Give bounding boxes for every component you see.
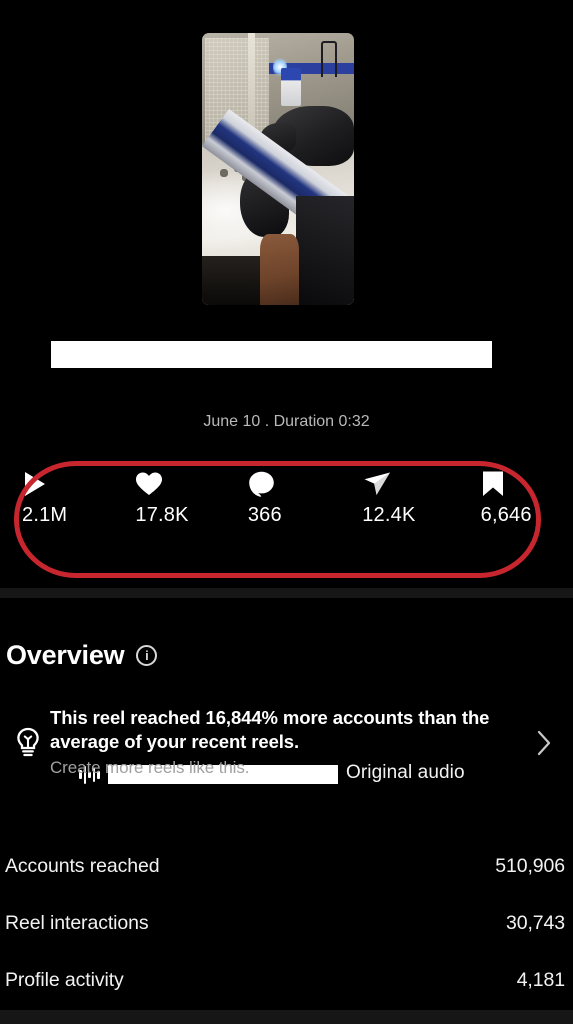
metric-likes[interactable]: 17.8K [114,470,227,527]
insight-headline: This reel reached 16,844% more accounts … [50,707,490,753]
caption-redaction-bar [51,341,492,368]
reel-thumbnail[interactable] [202,33,354,305]
metric-comments[interactable]: 366 [228,470,340,527]
stat-label: Profile activity [5,969,124,991]
stat-row-accounts-reached[interactable]: Accounts reached 510,906 [0,838,573,895]
metric-value: 12.4K [362,504,416,526]
metric-saves[interactable]: 6,646 [455,470,573,527]
audio-row[interactable]: Original audio [0,381,573,784]
metric-value: 6,646 [480,504,532,526]
post-meta: June 10 . Duration 0:32 [203,413,370,430]
stat-value: 510,906 [495,855,565,877]
metric-value: 17.8K [135,504,189,526]
stat-value: 4,181 [516,969,565,991]
metric-value: 2.1M [22,504,68,526]
thumbnail-image [202,33,354,305]
overview-header: Overview i [6,640,158,671]
metric-value: 366 [247,504,282,526]
info-icon[interactable]: i [136,645,158,666]
stat-row-profile-activity[interactable]: Profile activity 4,181 [0,952,573,1009]
overview-stats-list: Accounts reached 510,906 Reel interactio… [0,838,573,1009]
heart-icon [135,470,163,498]
stat-value: 30,743 [505,912,565,934]
reel-insights-screen: Original audio June 10 . Duration 0:32 2… [0,0,573,1024]
insight-text: This reel reached 16,844% more accounts … [50,706,529,780]
bottom-divider [0,1010,573,1024]
play-icon [22,470,48,498]
chevron-right-icon[interactable] [529,729,559,757]
engagement-metrics-row: 2.1M 17.8K 366 12.4K 6,646 [0,470,573,527]
insight-card[interactable]: This reel reached 16,844% more accounts … [0,706,573,780]
stat-label: Accounts reached [5,855,160,877]
page-title: Overview [6,640,125,670]
comment-icon [248,470,276,498]
metric-shares[interactable]: 12.4K [340,470,454,527]
bookmark-icon [481,470,505,498]
stat-label: Reel interactions [5,912,149,934]
stat-row-reel-interactions[interactable]: Reel interactions 30,743 [0,895,573,952]
section-divider [0,588,573,598]
share-icon [362,470,392,498]
metric-plays[interactable]: 2.1M [0,470,114,527]
lightbulb-icon [6,726,50,760]
insight-subtext: Create more reels like this. [50,757,250,777]
